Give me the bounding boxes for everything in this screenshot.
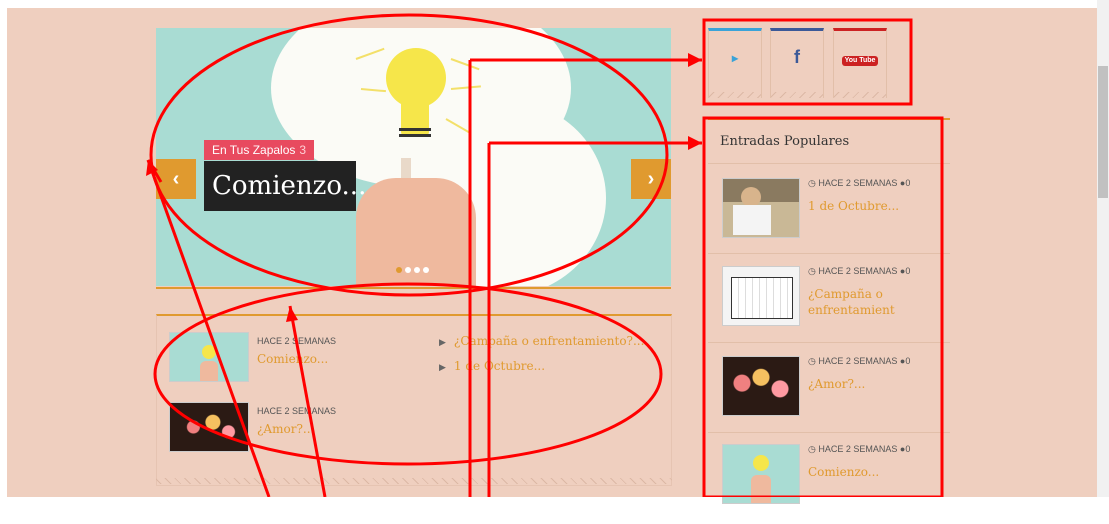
recent-links: ▶ ¿Campaña o enfrentamiento?... ▶ 1 de Oct…	[439, 334, 644, 384]
list-item[interactable]: ◷ HACE 2 SEMANAS ●0 Comienzo...	[722, 444, 950, 524]
divider	[708, 342, 950, 343]
list-item[interactable]: ◷ HACE 2 SEMANAS ●0 1 de Octubre...	[722, 178, 950, 258]
facebook-button[interactable]: f	[770, 28, 824, 98]
slider-underline	[156, 287, 671, 289]
clock-icon: ◷	[808, 444, 819, 454]
post-meta: HACE 2 SEMANAS	[257, 336, 337, 346]
popular-heading: Entradas Populares	[720, 134, 850, 149]
left-strip	[0, 0, 7, 497]
category-label[interactable]: En Tus Zapalos	[212, 143, 295, 157]
post-meta: ◷ HACE 2 SEMANAS ●0	[808, 178, 911, 188]
slider-dot[interactable]	[423, 267, 429, 273]
slider-prev-button[interactable]: ‹	[156, 159, 196, 199]
lightbulb-stripe	[399, 128, 431, 131]
post-thumbnail[interactable]	[722, 178, 800, 238]
slide-title[interactable]: Comienzo...	[204, 161, 366, 211]
clock-icon: ◷	[808, 266, 819, 276]
youtube-button[interactable]: You Tube	[833, 28, 887, 98]
post-meta: ◷ HACE 2 SEMANAS ●0	[808, 444, 911, 454]
divider	[708, 432, 950, 433]
list-item[interactable]: ◷ HACE 2 SEMANAS ●0 ¿Amor?...	[722, 356, 950, 436]
list-item[interactable]: ◷ HACE 2 SEMANAS ●0 ¿Campaña o enfrentam…	[722, 266, 950, 346]
zigzag-divider	[156, 478, 672, 484]
slider-dot[interactable]	[414, 267, 420, 273]
post-title[interactable]: ¿Amor?...	[257, 422, 314, 436]
category-badge[interactable]: En Tus Zapalos 3	[204, 140, 315, 160]
scrollbar[interactable]	[1097, 0, 1109, 497]
recent-link[interactable]: ▶ ¿Campaña o enfrentamiento?...	[439, 334, 644, 348]
twitter-icon: ▸	[731, 51, 739, 65]
post-thumbnail[interactable]	[722, 266, 800, 326]
post-thumbnail[interactable]	[169, 332, 249, 382]
post-title[interactable]: ¿Campaña o enfrentamient	[808, 286, 928, 318]
scrollbar-thumb[interactable]	[1098, 66, 1108, 198]
post-thumbnail[interactable]	[169, 402, 249, 452]
post-meta: ◷ HACE 2 SEMANAS ●0	[808, 266, 911, 276]
clock-icon: ◷	[808, 356, 819, 366]
youtube-icon: You Tube	[834, 49, 886, 67]
post-thumbnail[interactable]	[722, 356, 800, 416]
slider-next-button[interactable]: ›	[631, 159, 671, 199]
post-title[interactable]: Comienzo...	[808, 464, 928, 480]
chevron-right-icon: ›	[647, 168, 655, 190]
post-title[interactable]: ¿Amor?...	[808, 376, 928, 392]
chevron-left-icon: ‹	[172, 168, 180, 190]
post-meta: HACE 2 SEMANAS	[257, 406, 337, 416]
popular-posts-widget: Entradas Populares ◷ HACE 2 SEMANAS ●0 1…	[708, 118, 950, 504]
slider-dot[interactable]	[396, 267, 402, 273]
featured-slider[interactable]: En Tus Zapalos 3 Comienzo... ‹ ›	[156, 28, 671, 286]
slider-dot[interactable]	[405, 267, 411, 273]
recent-posts-widget: HACE 2 SEMANAS Comienzo... HACE 2 SEMANA…	[156, 314, 672, 486]
category-count: 3	[299, 143, 307, 157]
divider	[708, 253, 950, 254]
facebook-icon: f	[794, 47, 800, 67]
post-title[interactable]: 1 de Octubre...	[808, 198, 928, 214]
post-meta: ◷ HACE 2 SEMANAS ●0	[808, 356, 911, 366]
triangle-right-icon: ▶	[439, 338, 446, 348]
post-title[interactable]: Comienzo...	[257, 352, 328, 366]
lightbulb-stripe	[399, 134, 431, 137]
twitter-button[interactable]: ▸	[708, 28, 762, 98]
triangle-right-icon: ▶	[439, 363, 446, 373]
slider-dots[interactable]	[396, 267, 429, 273]
list-item[interactable]: HACE 2 SEMANAS ¿Amor?...	[169, 402, 419, 456]
recent-link[interactable]: ▶ 1 de Octubre...	[439, 359, 644, 373]
divider	[708, 163, 950, 164]
top-strip	[0, 0, 1109, 8]
post-thumbnail[interactable]	[722, 444, 800, 504]
list-item[interactable]: HACE 2 SEMANAS Comienzo...	[169, 332, 419, 386]
clock-icon: ◷	[808, 178, 819, 188]
